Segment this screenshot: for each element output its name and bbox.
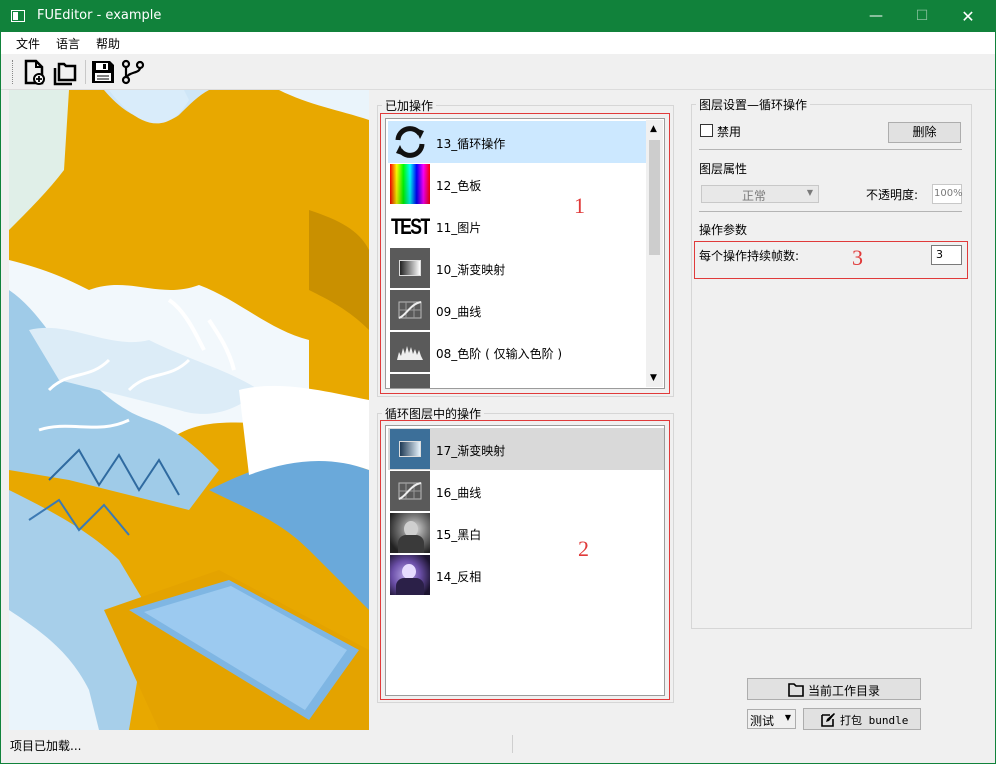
list-item-label: 08_色阶 ( 仅输入色阶 ): [436, 347, 563, 361]
bw-photo-icon: [390, 513, 430, 553]
list-item-label: 11_图片: [436, 221, 482, 235]
list-item-label: 17_渐变映射: [436, 444, 506, 458]
title-bar[interactable]: FUEditor - example — ☐ ✕: [1, 1, 995, 32]
folder-icon: [788, 683, 804, 697]
list-item[interactable]: 10_渐变映射: [388, 247, 646, 289]
list-item[interactable]: 17_渐变映射: [388, 428, 664, 470]
opacity-field[interactable]: 100%: [932, 184, 963, 204]
toolbar-grip[interactable]: [12, 60, 15, 84]
list-item[interactable]: 12_色板: [388, 163, 646, 205]
scroll-down-icon[interactable]: ▼: [650, 373, 657, 383]
cycle-icon: [390, 122, 430, 162]
disable-label: 禁用: [717, 125, 742, 139]
delete-button[interactable]: 删除: [888, 122, 961, 143]
levels-icon: [390, 332, 430, 372]
list-item-label: 14_反相: [436, 570, 482, 584]
invert-photo-icon: [390, 555, 430, 595]
added-ops-title: 已加操作: [382, 97, 437, 114]
status-separator: [512, 735, 513, 753]
branch-icon: [121, 59, 145, 85]
close-button[interactable]: ✕: [945, 1, 991, 32]
curves-icon: [390, 290, 430, 330]
palette-icon: [390, 164, 430, 204]
branch-button[interactable]: [119, 58, 147, 86]
params-title: 操作参数: [699, 223, 748, 237]
menu-help[interactable]: 帮助: [96, 35, 120, 52]
frames-field[interactable]: 3: [931, 245, 962, 265]
new-file-button[interactable]: [20, 58, 48, 86]
pack-bundle-button[interactable]: 打包 bundle: [803, 708, 921, 730]
list-item[interactable]: 15_黑白: [388, 512, 646, 554]
list-item-label: 12_色板: [436, 179, 482, 193]
edit-icon: [821, 713, 835, 727]
menu-file[interactable]: 文件: [16, 35, 40, 52]
added-ops-scrollbar[interactable]: ▲ ▼: [646, 120, 663, 387]
list-item[interactable]: [388, 373, 646, 388]
new-file-icon: [24, 59, 45, 85]
toolbar: [1, 54, 995, 90]
preview-image: [9, 90, 369, 730]
workdir-button[interactable]: 当前工作目录: [747, 678, 921, 700]
pack-bundle-label: 打包 bundle: [840, 714, 909, 727]
layer-settings-title: 图层设置—循环操作: [696, 96, 811, 113]
added-ops-list[interactable]: 13_循环操作 12_色板 TEST 11_图片 10_渐变映射 09_曲线 0…: [385, 118, 665, 389]
mode-value: 测试: [750, 714, 775, 728]
list-item-label: 10_渐变映射: [436, 263, 506, 277]
app-icon: [11, 10, 25, 22]
list-item[interactable]: 09_曲线: [388, 289, 646, 331]
chevron-down-icon: ▼: [806, 188, 813, 197]
toolbar-separator: [85, 60, 86, 84]
app-window: FUEditor - example — ☐ ✕ 文件 语言 帮助 已加操作 1…: [0, 0, 996, 764]
frames-label: 每个操作持续帧数:: [699, 249, 800, 263]
list-item-label: 15_黑白: [436, 528, 482, 542]
curves-icon: [390, 471, 430, 511]
annotation-label-2: 2: [578, 536, 589, 561]
annotation-label-3: 3: [852, 245, 863, 270]
loop-ops-list[interactable]: 17_渐变映射 16_曲线 15_黑白 14_反相: [385, 425, 665, 696]
image-icon-text: TEST: [391, 214, 430, 239]
gradient-map-icon: [390, 429, 430, 469]
divider: [699, 149, 962, 150]
menu-bar: 文件 语言 帮助: [1, 32, 995, 54]
blend-mode-value: 正常: [742, 189, 767, 203]
list-item[interactable]: 08_色阶 ( 仅输入色阶 ): [388, 331, 646, 373]
minimize-button[interactable]: —: [853, 1, 899, 32]
disable-checkbox[interactable]: [700, 124, 713, 137]
open-folder-icon: [53, 62, 77, 86]
mode-select[interactable]: 测试 ▼: [747, 709, 796, 729]
workdir-label: 当前工作目录: [808, 684, 881, 698]
list-item[interactable]: 16_曲线: [388, 470, 646, 512]
save-icon: [92, 61, 114, 83]
status-text: 项目已加载...: [10, 739, 82, 753]
annotation-label-1: 1: [574, 193, 585, 218]
blend-mode-select[interactable]: 正常 ▼: [701, 185, 819, 203]
status-bar: 项目已加载...: [1, 731, 995, 757]
menu-language[interactable]: 语言: [56, 35, 80, 52]
save-button[interactable]: [89, 58, 117, 86]
list-item[interactable]: 13_循环操作: [388, 121, 646, 163]
layer-settings-panel: [691, 104, 972, 629]
maximize-button[interactable]: ☐: [899, 1, 945, 32]
image-icon: TEST: [390, 206, 430, 246]
list-item-label: 13_循环操作: [436, 137, 506, 151]
list-item-label: 09_曲线: [436, 305, 482, 319]
gradient-map-icon: [390, 248, 430, 288]
layer-props-title: 图层属性: [699, 162, 748, 176]
list-item-label: 16_曲线: [436, 486, 482, 500]
scroll-up-icon[interactable]: ▲: [650, 124, 657, 134]
open-button[interactable]: [51, 58, 79, 86]
divider: [699, 211, 962, 212]
scroll-thumb[interactable]: [649, 140, 660, 255]
list-item[interactable]: TEST 11_图片: [388, 205, 646, 247]
window-title: FUEditor - example: [37, 8, 162, 23]
chevron-down-icon: ▼: [784, 713, 791, 722]
preview-canvas[interactable]: [9, 90, 369, 730]
opacity-label: 不透明度:: [866, 188, 919, 202]
list-item[interactable]: 14_反相: [388, 554, 646, 596]
